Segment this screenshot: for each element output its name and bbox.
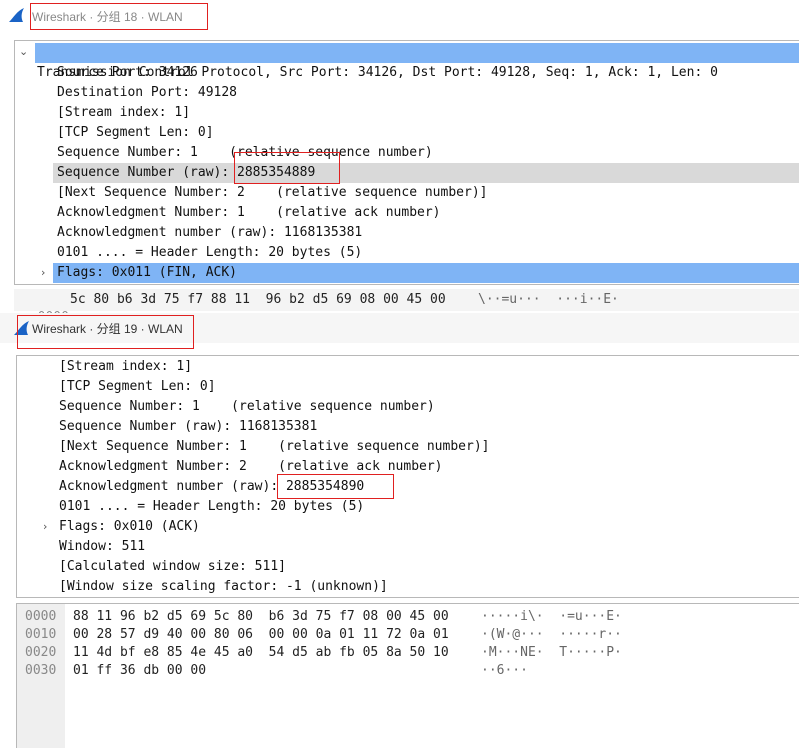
hex-ascii[interactable]: \··=u··· ···i··E· [478, 291, 619, 309]
row-text: Acknowledgment number (raw): 1168135381 [57, 225, 363, 240]
wireshark-logo-icon [9, 8, 24, 22]
flags-row[interactable]: Flags: 0x010 (ACK) [17, 517, 799, 537]
row-text: [Stream index: 1] [57, 105, 191, 120]
detail-row[interactable]: Sequence Number: 1 (relative sequence nu… [17, 397, 799, 417]
tcp-header-row[interactable]: Transmission Control Protocol, Src Port:… [35, 43, 799, 80]
detail-row[interactable]: 0101 .... = Header Length: 20 bytes (5) [17, 497, 799, 517]
hex-bytes[interactable]: 00 28 57 d9 40 00 80 06 00 00 0a 01 11 7… [73, 626, 449, 644]
hex-offset: 0010 [25, 627, 57, 642]
detail-row[interactable]: [Calculated window size: 511] [17, 557, 799, 577]
detail-row[interactable]: [TCP Segment Len: 0] [17, 377, 799, 397]
hex-ascii[interactable]: ··6··· [481, 662, 528, 680]
hex-offset: 0030 [25, 663, 57, 678]
row-text: [Stream index: 1] [59, 359, 193, 374]
detail-row[interactable]: 0101 .... = Header Length: 20 bytes (5) [15, 243, 799, 263]
row-text: [Window size scaling factor: -1 (unknown… [59, 579, 388, 594]
detail-row[interactable]: Sequence Number (raw): 1168135381 [17, 417, 799, 437]
row-text: [Next Sequence Number: 1 (relative seque… [59, 439, 490, 454]
hex-bytes[interactable]: 5c 80 b6 3d 75 f7 88 11 96 b2 d5 69 08 0… [70, 291, 446, 309]
detail-row[interactable]: [TCP Segment Len: 0] [15, 123, 799, 143]
hex-ascii[interactable]: ·····i\· ·=u···E· [481, 608, 622, 626]
detail-row[interactable]: Acknowledgment Number: 2 (relative ack n… [17, 457, 799, 477]
hex-ascii[interactable]: ·M···NE· T·····P· [481, 644, 622, 662]
detail-row-selected[interactable]: Sequence Number (raw): 2885354889 [53, 163, 799, 183]
row-text: Acknowledgment Number: 1 (relative ack n… [57, 205, 441, 220]
row-text: 0101 .... = Header Length: 20 bytes (5) [57, 245, 363, 260]
chevron-right-icon[interactable]: › [41, 266, 45, 279]
row-text: Window: 511 [59, 539, 146, 554]
packet-details-pane-1[interactable]: ⌄ Transmission Control Protocol, Src Por… [14, 40, 799, 285]
row-text: Source Port: 34126 [57, 65, 198, 80]
row-text: [TCP Segment Len: 0] [57, 125, 214, 140]
row-text: [Calculated window size: 511] [59, 559, 286, 574]
hex-offset: 0020 [25, 645, 57, 660]
row-text: Flags: 0x010 (ACK) [59, 519, 200, 534]
detail-row[interactable]: Acknowledgment Number: 1 (relative ack n… [15, 203, 799, 223]
detail-row[interactable]: Destination Port: 49128 [15, 83, 799, 103]
annotation-box-title1 [30, 3, 208, 30]
packet-details-pane-2[interactable]: [Stream index: 1] [TCP Segment Len: 0] S… [16, 355, 799, 598]
detail-row[interactable]: Window: 511 [17, 537, 799, 557]
annotation-box-title2 [17, 315, 194, 349]
annotation-box-ack-raw [277, 474, 394, 499]
row-text: Destination Port: 49128 [57, 85, 238, 100]
row-text: Sequence Number: 1 (relative sequence nu… [59, 399, 435, 414]
annotation-box-seq-raw [234, 152, 340, 184]
detail-row[interactable]: Source Port: 34126 [15, 63, 799, 83]
row-text: [Next Sequence Number: 2 (relative seque… [57, 185, 488, 200]
detail-row[interactable]: Sequence Number: 1 (relative sequence nu… [15, 143, 799, 163]
detail-row[interactable]: [Stream index: 1] [17, 357, 799, 377]
detail-row[interactable]: Acknowledgment number (raw): 1168135381 [15, 223, 799, 243]
row-text: Sequence Number (raw): 1168135381 [59, 419, 318, 434]
hex-offset: 0000 [25, 609, 57, 624]
hex-bytes[interactable]: 11 4d bf e8 85 4e 45 a0 54 d5 ab fb 05 8… [73, 644, 449, 662]
hex-bytes[interactable]: 01 ff 36 db 00 00 [73, 662, 206, 680]
hex-ascii[interactable]: ·(W·@··· ·····r·· [481, 626, 622, 644]
hex-bytes[interactable]: 88 11 96 b2 d5 69 5c 80 b6 3d 75 f7 08 0… [73, 608, 449, 626]
hex-pane-2[interactable]: 0000 0010 0020 0030 88 11 96 b2 d5 69 5c… [16, 603, 799, 748]
detail-row[interactable]: [Stream index: 1] [15, 103, 799, 123]
detail-row[interactable]: [Next Sequence Number: 2 (relative seque… [15, 183, 799, 203]
row-text: [TCP Segment Len: 0] [59, 379, 216, 394]
row-text: 0101 .... = Header Length: 20 bytes (5) [59, 499, 365, 514]
chevron-down-icon[interactable]: ⌄ [19, 45, 28, 58]
row-text: Flags: 0x011 (FIN, ACK) [57, 265, 238, 280]
detail-row[interactable]: [Window size scaling factor: -1 (unknown… [17, 577, 799, 597]
detail-row[interactable]: Acknowledgment number (raw): 2885354890 [17, 477, 799, 497]
flags-row[interactable]: Flags: 0x011 (FIN, ACK) [53, 263, 799, 283]
detail-row[interactable]: [Next Sequence Number: 1 (relative seque… [17, 437, 799, 457]
